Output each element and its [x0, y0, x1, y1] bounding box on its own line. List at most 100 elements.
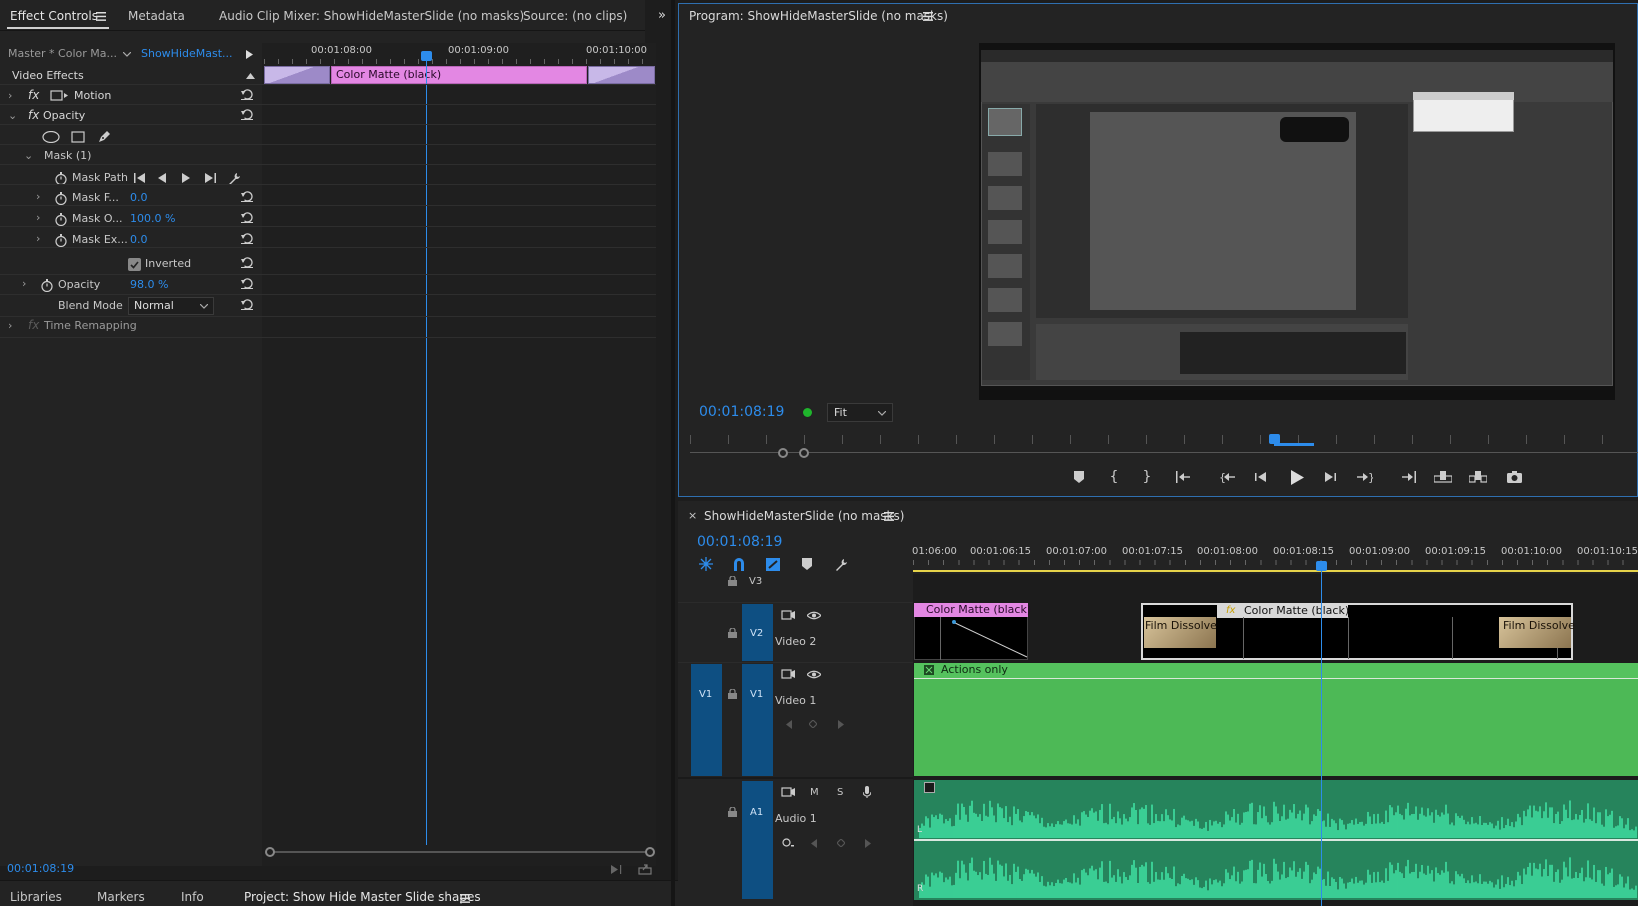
snap-magnet-icon[interactable] — [731, 556, 747, 572]
ec-mask-feather-value[interactable]: 0.0 — [130, 191, 148, 205]
mask-opacity-stopwatch-icon[interactable] — [54, 213, 67, 226]
tab-info[interactable]: Info — [181, 890, 204, 904]
ec-toggle-timeline-icon[interactable] — [243, 48, 255, 60]
ec-horizontal-scrollbar[interactable] — [270, 851, 650, 853]
track-mask-backward-icon[interactable] — [133, 172, 147, 184]
mark-in-icon[interactable]: { — [1106, 469, 1122, 485]
extract-icon[interactable] — [1469, 469, 1487, 485]
tab-effect-controls[interactable]: Effect Controls — [10, 9, 98, 23]
v1-clip-actions-only[interactable] — [914, 663, 1638, 776]
ec-scroll-handle-left[interactable] — [265, 847, 275, 857]
fx-badge-icon[interactable]: fx — [28, 108, 39, 122]
step-forward-icon[interactable] — [1322, 469, 1338, 485]
a1-add-keyframe-icon[interactable] — [836, 837, 846, 849]
v1-eye-icon[interactable] — [806, 667, 822, 681]
v2-sync-lock-icon[interactable] — [780, 608, 796, 622]
ec-scroll-handle-right[interactable] — [645, 847, 655, 857]
ec-opacity-prop-value[interactable]: 98.0 % — [130, 278, 168, 292]
tl-work-area-bar[interactable] — [913, 570, 1638, 572]
mask-expansion-stopwatch-icon[interactable] — [54, 234, 67, 247]
program-mini-ruler[interactable] — [690, 435, 1638, 444]
go-to-next-edit-icon[interactable]: } — [1356, 469, 1374, 485]
program-zoom-handle-right[interactable] — [799, 448, 809, 458]
pen-mask-tool-icon[interactable] — [96, 129, 112, 145]
reset-motion-icon[interactable] — [240, 87, 254, 101]
a1-microphone-icon[interactable] — [860, 785, 874, 799]
ec-opacity-prop-expand-icon[interactable]: › — [22, 277, 26, 291]
lift-icon[interactable] — [1434, 469, 1452, 485]
nest-toggle-icon[interactable] — [698, 556, 714, 572]
reset-blend-mode-icon[interactable] — [240, 297, 254, 311]
tab-project[interactable]: Project: Show Hide Master Slide shapes — [244, 890, 481, 904]
tab-markers[interactable]: Markers — [97, 890, 145, 904]
add-marker-timeline-icon[interactable] — [799, 556, 815, 572]
ec-time-remap-expand-icon[interactable]: › — [8, 319, 12, 333]
v1-lock-icon[interactable] — [725, 687, 739, 701]
a1-volume-knob-icon[interactable] — [781, 837, 795, 849]
ec-mask-feather-expand-icon[interactable]: › — [36, 190, 40, 204]
v1-next-keyframe-icon[interactable] — [836, 718, 846, 730]
mark-out-icon[interactable]: } — [1139, 469, 1155, 485]
v1-clip-fx-badge-icon[interactable] — [924, 665, 934, 675]
program-timecode[interactable]: 00:01:08:19 — [699, 405, 784, 419]
wrench-icon[interactable] — [227, 171, 241, 185]
a1-prev-keyframe-icon[interactable] — [809, 837, 819, 849]
ec-sequence-clip-label[interactable]: ShowHideMast... — [141, 47, 233, 61]
mask-feather-stopwatch-icon[interactable] — [54, 192, 67, 205]
track-mask-forward-frame-icon[interactable] — [180, 172, 192, 184]
inverted-checkbox[interactable] — [128, 258, 141, 271]
go-to-in-icon[interactable] — [1174, 469, 1192, 485]
ec-mask-expansion-expand-icon[interactable]: › — [36, 232, 40, 246]
project-tab-menu-icon[interactable] — [459, 892, 471, 904]
v1-add-keyframe-icon[interactable] — [808, 718, 818, 730]
tab-metadata[interactable]: Metadata — [128, 9, 185, 23]
add-marker-icon[interactable] — [1071, 469, 1087, 485]
a1-target-button[interactable] — [742, 781, 773, 899]
v1-target-button[interactable] — [742, 664, 773, 776]
motion-transform-icon[interactable] — [49, 89, 69, 102]
timeline-close-icon[interactable]: × — [688, 509, 697, 523]
ec-clip-dropdown-icon[interactable] — [121, 48, 133, 60]
v1-sync-lock-icon[interactable] — [780, 667, 796, 681]
tab-menu-icon[interactable] — [95, 10, 107, 22]
reset-mask-opacity-icon[interactable] — [240, 210, 254, 224]
go-to-previous-edit-icon[interactable]: { — [1218, 469, 1236, 485]
fx-badge-clip-icon[interactable]: fx — [1226, 604, 1235, 618]
step-back-icon[interactable] — [1253, 469, 1269, 485]
linked-selection-icon[interactable] — [765, 556, 781, 572]
timeline-timecode[interactable]: 00:01:08:19 — [697, 535, 782, 549]
tab-overflow-icon[interactable]: » — [654, 8, 670, 23]
ec-mask-collapse-icon[interactable]: ⌄ — [24, 149, 33, 163]
track-mask-backward-frame-icon[interactable] — [156, 172, 168, 184]
reset-opacity-section-icon[interactable] — [240, 107, 254, 121]
v2-lock-icon[interactable] — [725, 626, 739, 640]
reset-opacity-icon[interactable] — [240, 276, 254, 290]
tab-source[interactable]: Source: (no clips) — [523, 9, 627, 23]
timeline-settings-wrench-icon[interactable] — [833, 556, 849, 572]
export-frame-camera-icon[interactable] — [1505, 469, 1523, 485]
reset-mask-expansion-icon[interactable] — [240, 231, 254, 245]
tab-libraries[interactable]: Libraries — [10, 890, 62, 904]
ec-motion-expand-icon[interactable]: › — [8, 89, 12, 103]
ec-mask-opacity-value[interactable]: 100.0 % — [130, 212, 175, 226]
track-mask-forward-icon[interactable] — [203, 172, 217, 184]
tab-audio-clip-mixer[interactable]: Audio Clip Mixer: ShowHideMasterSlide (n… — [219, 9, 524, 23]
reset-mask-feather-icon[interactable] — [240, 189, 254, 203]
fx-badge-icon[interactable]: fx — [28, 88, 39, 102]
ellipse-mask-tool-icon[interactable] — [42, 130, 60, 144]
play-icon[interactable] — [1287, 467, 1307, 487]
play-audio-icon[interactable] — [609, 862, 625, 876]
ec-mask-opacity-expand-icon[interactable]: › — [36, 211, 40, 225]
a1-lock-icon[interactable] — [725, 805, 739, 819]
program-menu-icon[interactable] — [922, 10, 934, 22]
program-zoom-handle-left[interactable] — [778, 448, 788, 458]
program-zoom-bar[interactable] — [690, 452, 1638, 453]
a1-mute-button[interactable]: M — [810, 786, 819, 800]
v3-lock-icon[interactable] — [725, 574, 739, 588]
opacity-stopwatch-icon[interactable] — [40, 279, 53, 292]
rectangle-mask-tool-icon[interactable] — [70, 130, 86, 144]
timeline-menu-icon[interactable] — [883, 510, 895, 522]
v1-source-patch[interactable] — [691, 664, 722, 776]
go-to-out-icon[interactable] — [1400, 469, 1418, 485]
a1-next-keyframe-icon[interactable] — [863, 837, 873, 849]
